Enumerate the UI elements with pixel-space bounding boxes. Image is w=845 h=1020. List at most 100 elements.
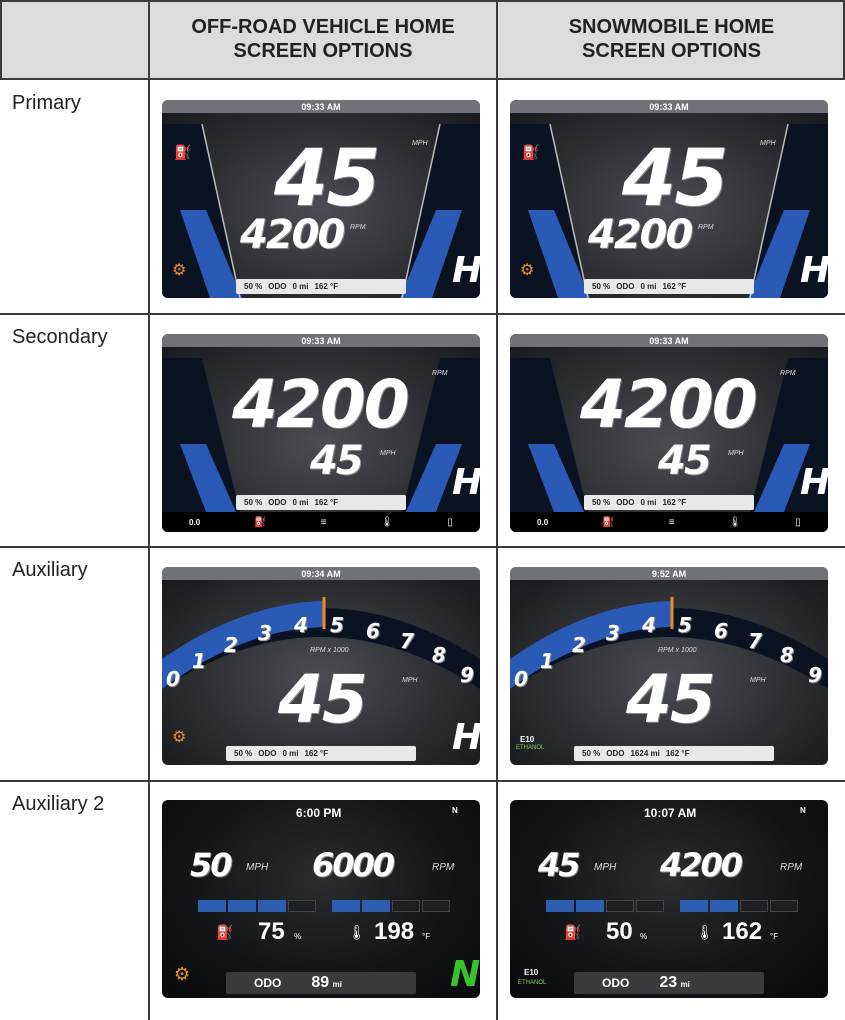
icon-bar: 0.0 ⛽ ≡ 🌡 ▯ xyxy=(162,512,480,532)
odo-label: ODO xyxy=(616,498,635,507)
gear-indicator: H xyxy=(800,462,828,503)
4wd-icon: ⚙ xyxy=(172,262,187,279)
odo-label: ODO xyxy=(258,749,277,758)
rpm-readout: 6000 xyxy=(312,846,395,884)
fuel-icon: ⛽ xyxy=(602,516,615,528)
info-strip: 50 % ODO 0 mi 162 °F xyxy=(584,495,754,510)
temp-value: 162 °F xyxy=(304,749,329,758)
temperature-icon: 🌡 xyxy=(348,924,366,940)
row-label-secondary: Secondary xyxy=(12,326,108,348)
primary-snowmobile-screen: 09:33 AM 45 MPH 4200 RPM ⛽ ⚙ H 50 % ODO … xyxy=(510,100,828,298)
temperature-icon: 🌡 xyxy=(728,516,742,528)
row-label-primary: Primary xyxy=(12,92,81,114)
odo-value: 0 mi xyxy=(292,498,309,507)
rpm-tick-7: 7 xyxy=(400,629,414,653)
auxiliary2-snowmobile-screen: 10:07 AM N 45 MPH 4200 RPM ⛽ 50 % 🌡 162 … xyxy=(510,800,828,998)
auxiliary-offroad-screen: 09:34 AM 0 1 2 3 4 5 6 7 8 9 RPM x 1000 … xyxy=(162,567,480,765)
odo-value: 23 xyxy=(659,974,678,991)
temperature-icon: 🌡 xyxy=(696,924,714,940)
gear-indicator: H xyxy=(452,462,480,503)
phone-icon: ▯ xyxy=(447,516,453,528)
primary-offroad-screen: 09:33 AM 45 MPH 4200 RPM ⛽ ⚙ H 50 % ODO … xyxy=(162,100,480,298)
fuel-bar xyxy=(546,900,664,912)
odo-value-group: 89 mi xyxy=(311,974,341,992)
rpm-tick-0: 0 xyxy=(166,667,180,691)
speed-readout: 45 xyxy=(310,438,364,484)
temp-value: 198 xyxy=(374,918,415,945)
fuel-level: 50 % xyxy=(592,498,611,507)
status-bar: 09:33 AM xyxy=(510,334,828,347)
fuel-icon: ⛽ xyxy=(564,924,582,940)
rpm-readout: 4200 xyxy=(588,212,693,258)
speed-unit: MPH xyxy=(594,862,617,873)
rpm-readout: 4200 xyxy=(232,366,410,443)
row-label-auxiliary: Auxiliary xyxy=(12,559,88,581)
fuel-type-sub: ETHANOL xyxy=(518,980,547,986)
odo-label: ODO xyxy=(602,976,630,990)
fuel-icon: ⛽ xyxy=(254,516,267,528)
temp-bar xyxy=(680,900,798,912)
fuel-level: 50 % xyxy=(592,282,611,291)
fuel-icon: ⛽ xyxy=(174,144,192,160)
rpm-tick-2: 2 xyxy=(572,633,586,657)
clock: 6:00 PM xyxy=(296,806,342,820)
odo-value: 0 mi xyxy=(640,498,657,507)
clock: 09:33 AM xyxy=(301,335,341,346)
status-bar: 09:34 AM xyxy=(162,567,480,580)
temp-unit: °F xyxy=(770,932,779,941)
rpm-tick-8: 8 xyxy=(432,643,446,667)
phone-icon: ▯ xyxy=(795,516,801,528)
menu-icon: ≡ xyxy=(320,516,327,528)
rpm-tick-4: 4 xyxy=(294,613,308,637)
temp-value: 162 °F xyxy=(665,749,690,758)
speed-unit: MPH xyxy=(760,140,776,147)
status-bar: 09:33 AM xyxy=(162,100,480,113)
odo-value-group: 23 mi xyxy=(659,974,689,992)
rpm-tick-9: 9 xyxy=(460,663,474,687)
clock: 09:34 AM xyxy=(301,568,341,579)
rpm-tick-0: 0 xyxy=(514,667,528,691)
odo-label: ODO xyxy=(268,282,287,291)
speed-readout: 45 xyxy=(278,661,368,738)
rpm-tick-6: 6 xyxy=(366,619,380,643)
odo-strip: ODO 23 mi xyxy=(574,972,764,994)
row-label-auxiliary-2: Auxiliary 2 xyxy=(12,793,105,815)
odo-label: ODO xyxy=(254,976,282,990)
rpm-readout: 4200 xyxy=(580,366,758,443)
4wd-icon: ⚙ xyxy=(172,729,187,746)
fuel-type-label: E10 xyxy=(524,968,539,977)
clock: 09:33 AM xyxy=(301,101,341,112)
rpm-scale-label: RPM x 1000 xyxy=(658,647,697,654)
clock: 9:52 AM xyxy=(651,568,687,579)
clock: 10:07 AM xyxy=(644,806,697,820)
odo-unit: mi xyxy=(680,980,690,989)
compass-heading: N xyxy=(800,806,806,815)
fuel-bar xyxy=(198,900,316,912)
rpm-tick-3: 3 xyxy=(606,621,620,645)
rpm-tick-1: 1 xyxy=(192,649,206,673)
speed-readout: 45 xyxy=(622,134,729,224)
speed-readout: 45 xyxy=(274,134,381,224)
temp-value: 162 °F xyxy=(662,498,687,507)
fuel-icon: ⛽ xyxy=(522,144,540,160)
rpm-tick-8: 8 xyxy=(780,643,794,667)
speed-unit: MPH xyxy=(380,450,396,457)
speed-readout: 45 xyxy=(658,438,712,484)
rpm-unit: RPM xyxy=(780,862,803,873)
rpm-unit: RPM xyxy=(432,862,455,873)
clock: 09:33 AM xyxy=(649,101,689,112)
icon-bar: 0.0 ⛽ ≡ 🌡 ▯ xyxy=(510,512,828,532)
speed-readout: 45 xyxy=(538,846,581,884)
odo-value: 89 xyxy=(311,974,330,991)
temp-value: 162 °F xyxy=(314,498,339,507)
rpm-tick-7: 7 xyxy=(748,629,762,653)
status-bar: 09:33 AM xyxy=(162,334,480,347)
rpm-tick-4: 4 xyxy=(642,613,656,637)
speed-unit: MPH xyxy=(750,677,766,684)
fuel-unit: % xyxy=(640,932,648,941)
auxiliary2-offroad-screen: 6:00 PM N 50 MPH 6000 RPM ⛽ 75 % 🌡 198 °… xyxy=(162,800,480,998)
speed-unit: MPH xyxy=(246,862,269,873)
speed-unit: MPH xyxy=(728,450,744,457)
odo-value: 1624 mi xyxy=(630,749,660,758)
status-bar: 9:52 AM xyxy=(510,567,828,580)
